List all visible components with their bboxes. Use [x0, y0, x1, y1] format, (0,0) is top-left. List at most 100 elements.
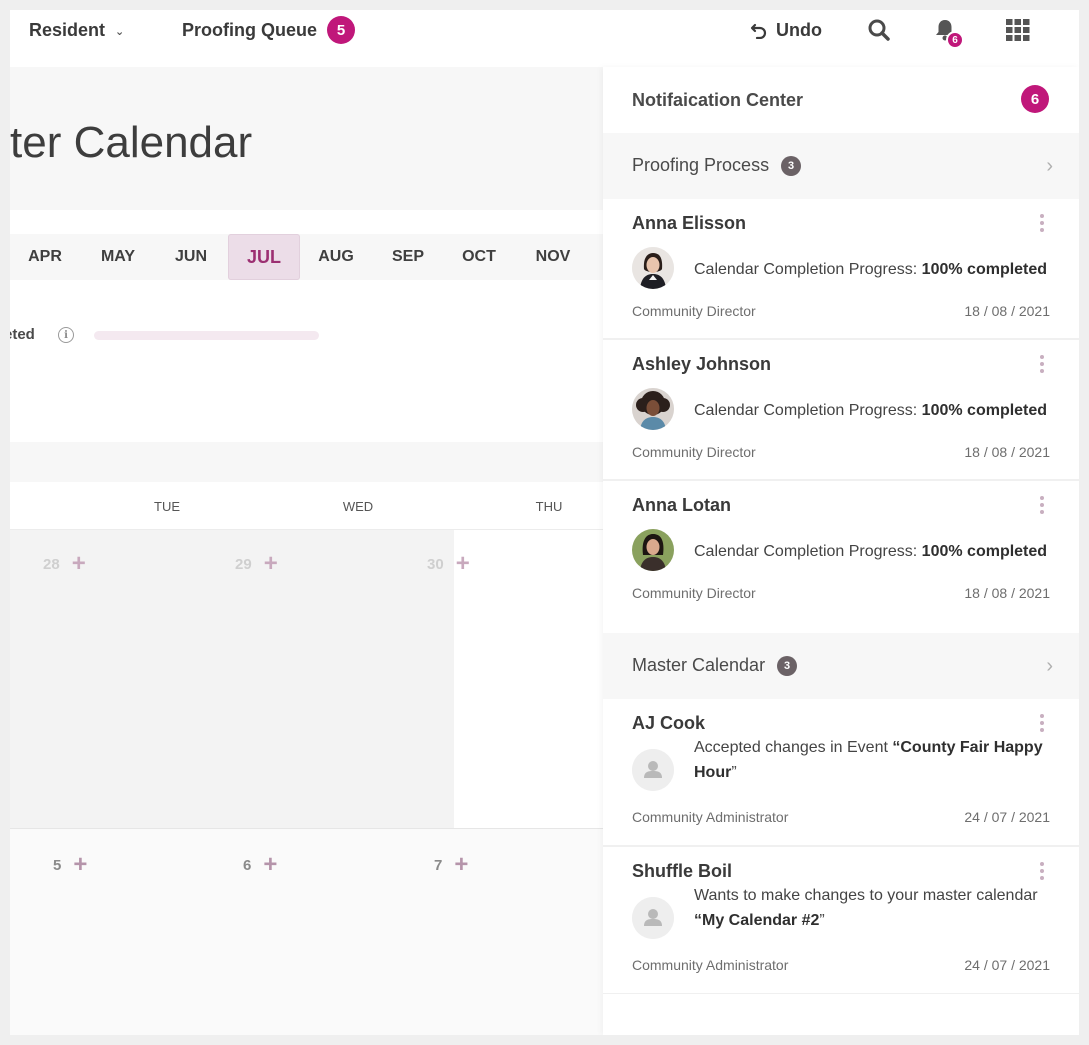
month-tab-apr[interactable]: APR	[10, 234, 80, 280]
more-options-icon[interactable]	[1037, 354, 1047, 374]
day-cell-28: 28 +	[43, 552, 86, 576]
notification-sender: Shuffle Boil	[632, 861, 732, 881]
notification-role: Community Director	[632, 585, 756, 601]
day-number: 7	[434, 856, 443, 874]
app-frame: Resident ⌄ Proofing Queue 5 Undo 6 ster …	[10, 10, 1079, 1035]
more-options-icon[interactable]	[1037, 861, 1047, 881]
resident-label: Resident	[29, 19, 106, 40]
notification-message: Calendar Completion Progress: 100% compl…	[694, 543, 1048, 560]
add-event-plus-icon[interactable]: +	[456, 552, 470, 576]
page-title: ster Calendar	[10, 118, 253, 167]
notification-center-count-badge: 6	[1021, 85, 1049, 113]
section-proofing-process[interactable]: Proofing Process 3 ›	[603, 133, 1079, 199]
month-tab-nov[interactable]: NOV	[518, 234, 588, 280]
day-cell-7: 7 +	[434, 853, 468, 877]
notification-center-title: Notifaication Center	[632, 90, 804, 110]
avatar	[632, 388, 674, 430]
search-icon	[868, 19, 890, 41]
notification-date: 18 / 08 / 2021	[964, 585, 1050, 601]
month-tab-aug[interactable]: AUG	[301, 234, 371, 280]
notification-sender: Anna Elisson	[632, 213, 747, 233]
notification-item[interactable]: Ashley Johnson Calendar Completion Progr…	[603, 340, 1079, 481]
notification-center-header: Notifaication Center 6	[603, 67, 1079, 133]
progress-label: eted	[10, 326, 35, 343]
day-cell-5: 5 +	[53, 853, 87, 877]
dow-thu: THU	[535, 498, 563, 514]
chevron-right-icon: ›	[1046, 155, 1053, 177]
notification-count-badge: 6	[946, 31, 964, 49]
notification-sender: AJ Cook	[632, 713, 706, 733]
undo-icon	[750, 23, 767, 39]
notification-item[interactable]: Anna Elisson Calendar Completion Progres…	[603, 199, 1079, 340]
notification-message: Calendar Completion Progress: 100% compl…	[694, 402, 1048, 419]
avatar-placeholder	[632, 749, 674, 791]
day-of-week-header: TUE WED THU	[10, 482, 603, 530]
month-tab-jun[interactable]: JUN	[156, 234, 226, 280]
notification-sender: Anna Lotan	[632, 495, 731, 515]
day-number: 6	[243, 856, 252, 874]
top-bar: Resident ⌄ Proofing Queue 5 Undo 6	[10, 10, 1079, 67]
calendar-week-row: 5 + 6 + 7 +	[10, 828, 603, 1035]
add-event-plus-icon[interactable]: +	[72, 552, 86, 576]
notification-message: Accepted changes in Event “County Fair H…	[694, 739, 1043, 781]
section-title: Master Calendar 3	[632, 655, 798, 676]
apps-grid-icon	[1006, 19, 1030, 41]
notification-role: Community Administrator	[632, 957, 789, 973]
notification-date: 18 / 08 / 2021	[964, 303, 1050, 319]
notification-message: Wants to make changes to your master cal…	[694, 887, 1038, 929]
notification-item[interactable]: AJ Cook Accepted changes in Event “Count…	[603, 699, 1079, 847]
more-options-icon[interactable]	[1037, 495, 1047, 515]
notifications-button[interactable]: 6	[930, 15, 964, 49]
search-button[interactable]	[864, 15, 894, 45]
section-count-badge: 3	[777, 655, 798, 676]
day-cell-29: 29 +	[235, 552, 278, 576]
day-cell-30: 30 +	[427, 552, 470, 576]
day-number: 30	[427, 555, 444, 573]
notification-date: 18 / 08 / 2021	[964, 444, 1050, 460]
day-number: 28	[43, 555, 60, 573]
month-tab-sep[interactable]: SEP	[373, 234, 443, 280]
month-tab-oct[interactable]: OCT	[444, 234, 514, 280]
add-event-plus-icon[interactable]: +	[263, 853, 277, 877]
month-tab-jul[interactable]: JUL	[228, 234, 300, 280]
section-title: Proofing Process 3	[632, 155, 802, 176]
undo-button[interactable]: Undo	[750, 18, 822, 42]
chevron-down-icon: ⌄	[115, 25, 125, 38]
more-options-icon[interactable]	[1037, 213, 1047, 233]
notification-role: Community Director	[632, 303, 756, 319]
proofing-queue-count-badge: 5	[327, 16, 355, 44]
section-count-badge: 3	[781, 155, 802, 176]
dow-wed: WED	[342, 498, 374, 514]
proofing-queue-link[interactable]: Proofing Queue 5	[182, 16, 355, 44]
month-tab-may[interactable]: MAY	[83, 234, 153, 280]
panel-footer-space	[603, 994, 1079, 1035]
month-tabs: APR MAY JUN JUL AUG SEP OCT NOV	[10, 234, 603, 280]
add-event-plus-icon[interactable]: +	[73, 853, 87, 877]
section-title-label: Proofing Process	[632, 155, 770, 175]
notification-item[interactable]: Shuffle Boil Wants to make changes to yo…	[603, 847, 1079, 995]
add-event-plus-icon[interactable]: +	[264, 552, 278, 576]
avatar	[632, 529, 674, 571]
chevron-right-icon: ›	[1046, 655, 1053, 677]
add-event-plus-icon[interactable]: +	[454, 853, 468, 877]
resident-dropdown[interactable]: Resident ⌄	[29, 19, 124, 41]
notification-item[interactable]: Anna Lotan Calendar Completion Progress:…	[603, 481, 1079, 633]
user-icon	[632, 897, 674, 939]
progress-bar	[94, 331, 319, 340]
notification-role: Community Administrator	[632, 809, 789, 825]
user-icon	[632, 749, 674, 791]
notification-center-panel: Notifaication Center 6 Proofing Process …	[603, 67, 1079, 1035]
notification-date: 24 / 07 / 2021	[964, 809, 1050, 825]
more-options-icon[interactable]	[1037, 713, 1047, 733]
calendar-week-row: 28 + 29 + 30 +	[10, 530, 603, 828]
section-title-label: Master Calendar	[632, 655, 766, 675]
proofing-queue-label: Proofing Queue	[182, 19, 317, 40]
calendar-toolbar-band	[10, 442, 603, 482]
apps-grid-button[interactable]	[1003, 15, 1033, 45]
notification-role: Community Director	[632, 444, 756, 460]
avatar	[632, 247, 674, 289]
section-master-calendar[interactable]: Master Calendar 3 ›	[603, 633, 1079, 699]
info-icon[interactable]: i	[58, 327, 74, 343]
undo-label: Undo	[776, 19, 822, 40]
notification-message: Calendar Completion Progress: 100% compl…	[694, 261, 1048, 278]
